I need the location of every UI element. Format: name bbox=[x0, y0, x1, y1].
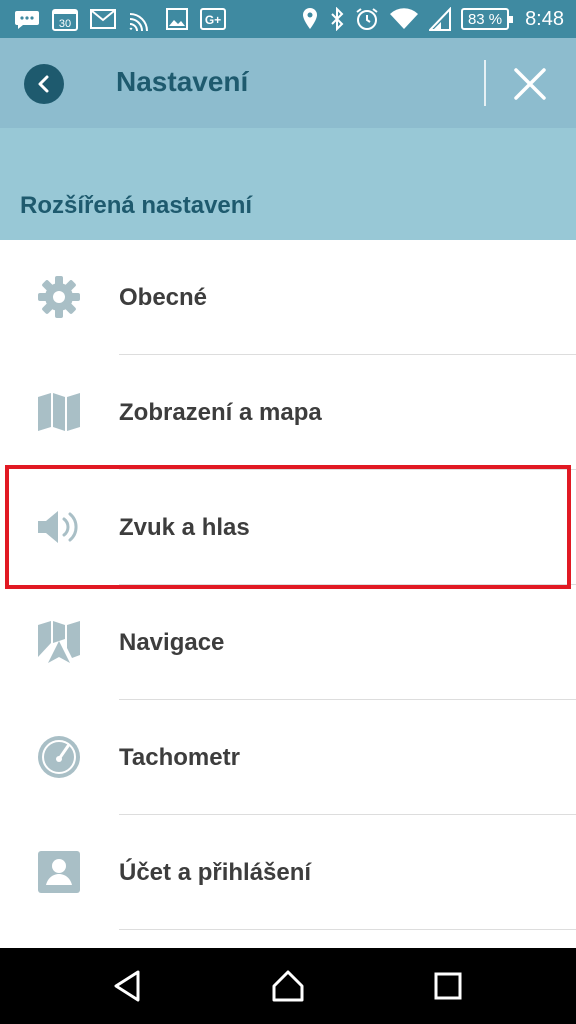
wifi-icon bbox=[390, 8, 419, 30]
gmail-icon bbox=[90, 9, 116, 29]
menu-item-label: Zobrazení a mapa bbox=[119, 399, 322, 426]
map-icon bbox=[38, 393, 80, 431]
close-button[interactable] bbox=[512, 66, 548, 102]
app-bar: Nastavení bbox=[0, 38, 576, 128]
google-plus-icon: G+ bbox=[200, 8, 226, 30]
status-bar: 30 G+ 83 % 8:48 bbox=[0, 0, 576, 38]
menu-item-display-map[interactable]: Zobrazení a mapa bbox=[0, 355, 576, 470]
speedometer-icon bbox=[38, 736, 80, 778]
page-title: Nastavení bbox=[116, 66, 249, 97]
menu-item-sound-voice[interactable]: Zvuk a hlas bbox=[0, 470, 576, 585]
section-title: Rozšířená nastavení bbox=[20, 192, 253, 219]
recents-icon[interactable] bbox=[430, 968, 466, 1004]
account-icon bbox=[38, 851, 80, 893]
app-bar-divider bbox=[484, 60, 486, 106]
svg-text:30: 30 bbox=[59, 18, 71, 30]
navigation-icon bbox=[38, 621, 80, 663]
menu-item-navigation[interactable]: Navigace bbox=[0, 585, 576, 700]
image-icon bbox=[166, 8, 188, 30]
menu-item-label: Zvuk a hlas bbox=[119, 514, 250, 541]
calendar-icon: 30 bbox=[52, 9, 78, 31]
menu-item-label: Navigace bbox=[119, 629, 225, 656]
divider bbox=[119, 929, 576, 930]
chat-icon bbox=[15, 11, 39, 29]
alarm-icon bbox=[356, 8, 378, 30]
gear-icon bbox=[38, 276, 80, 318]
system-nav-bar bbox=[0, 948, 576, 1024]
menu-item-account-login[interactable]: Účet a přihlášení bbox=[0, 815, 576, 930]
menu-item-label: Obecné bbox=[119, 284, 208, 311]
signal-icon bbox=[429, 7, 452, 31]
close-icon bbox=[514, 68, 546, 100]
speaker-icon bbox=[38, 511, 78, 543]
menu-item-speedometer[interactable]: Tachometr bbox=[0, 700, 576, 815]
back-button[interactable] bbox=[24, 64, 64, 104]
location-icon bbox=[303, 8, 318, 29]
svg-text:G+: G+ bbox=[205, 13, 221, 27]
battery-indicator: 83 % bbox=[461, 8, 514, 30]
cast-icon bbox=[129, 13, 148, 31]
menu-item-general[interactable]: Obecné bbox=[0, 240, 576, 355]
section-header: Rozšířená nastavení bbox=[0, 128, 576, 240]
back-triangle-icon[interactable] bbox=[110, 968, 146, 1004]
menu-item-label: Tachometr bbox=[119, 744, 240, 771]
bluetooth-icon bbox=[331, 7, 344, 31]
status-time: 8:48 bbox=[525, 7, 564, 30]
chevron-left-icon bbox=[38, 75, 49, 93]
home-icon[interactable] bbox=[270, 968, 306, 1004]
battery-percent: 83 % bbox=[467, 10, 503, 28]
menu-item-label: Účet a přihlášení bbox=[119, 859, 312, 886]
settings-menu-list: Obecné Zobrazení a mapa Zvuk a hlas Navi… bbox=[0, 240, 576, 930]
